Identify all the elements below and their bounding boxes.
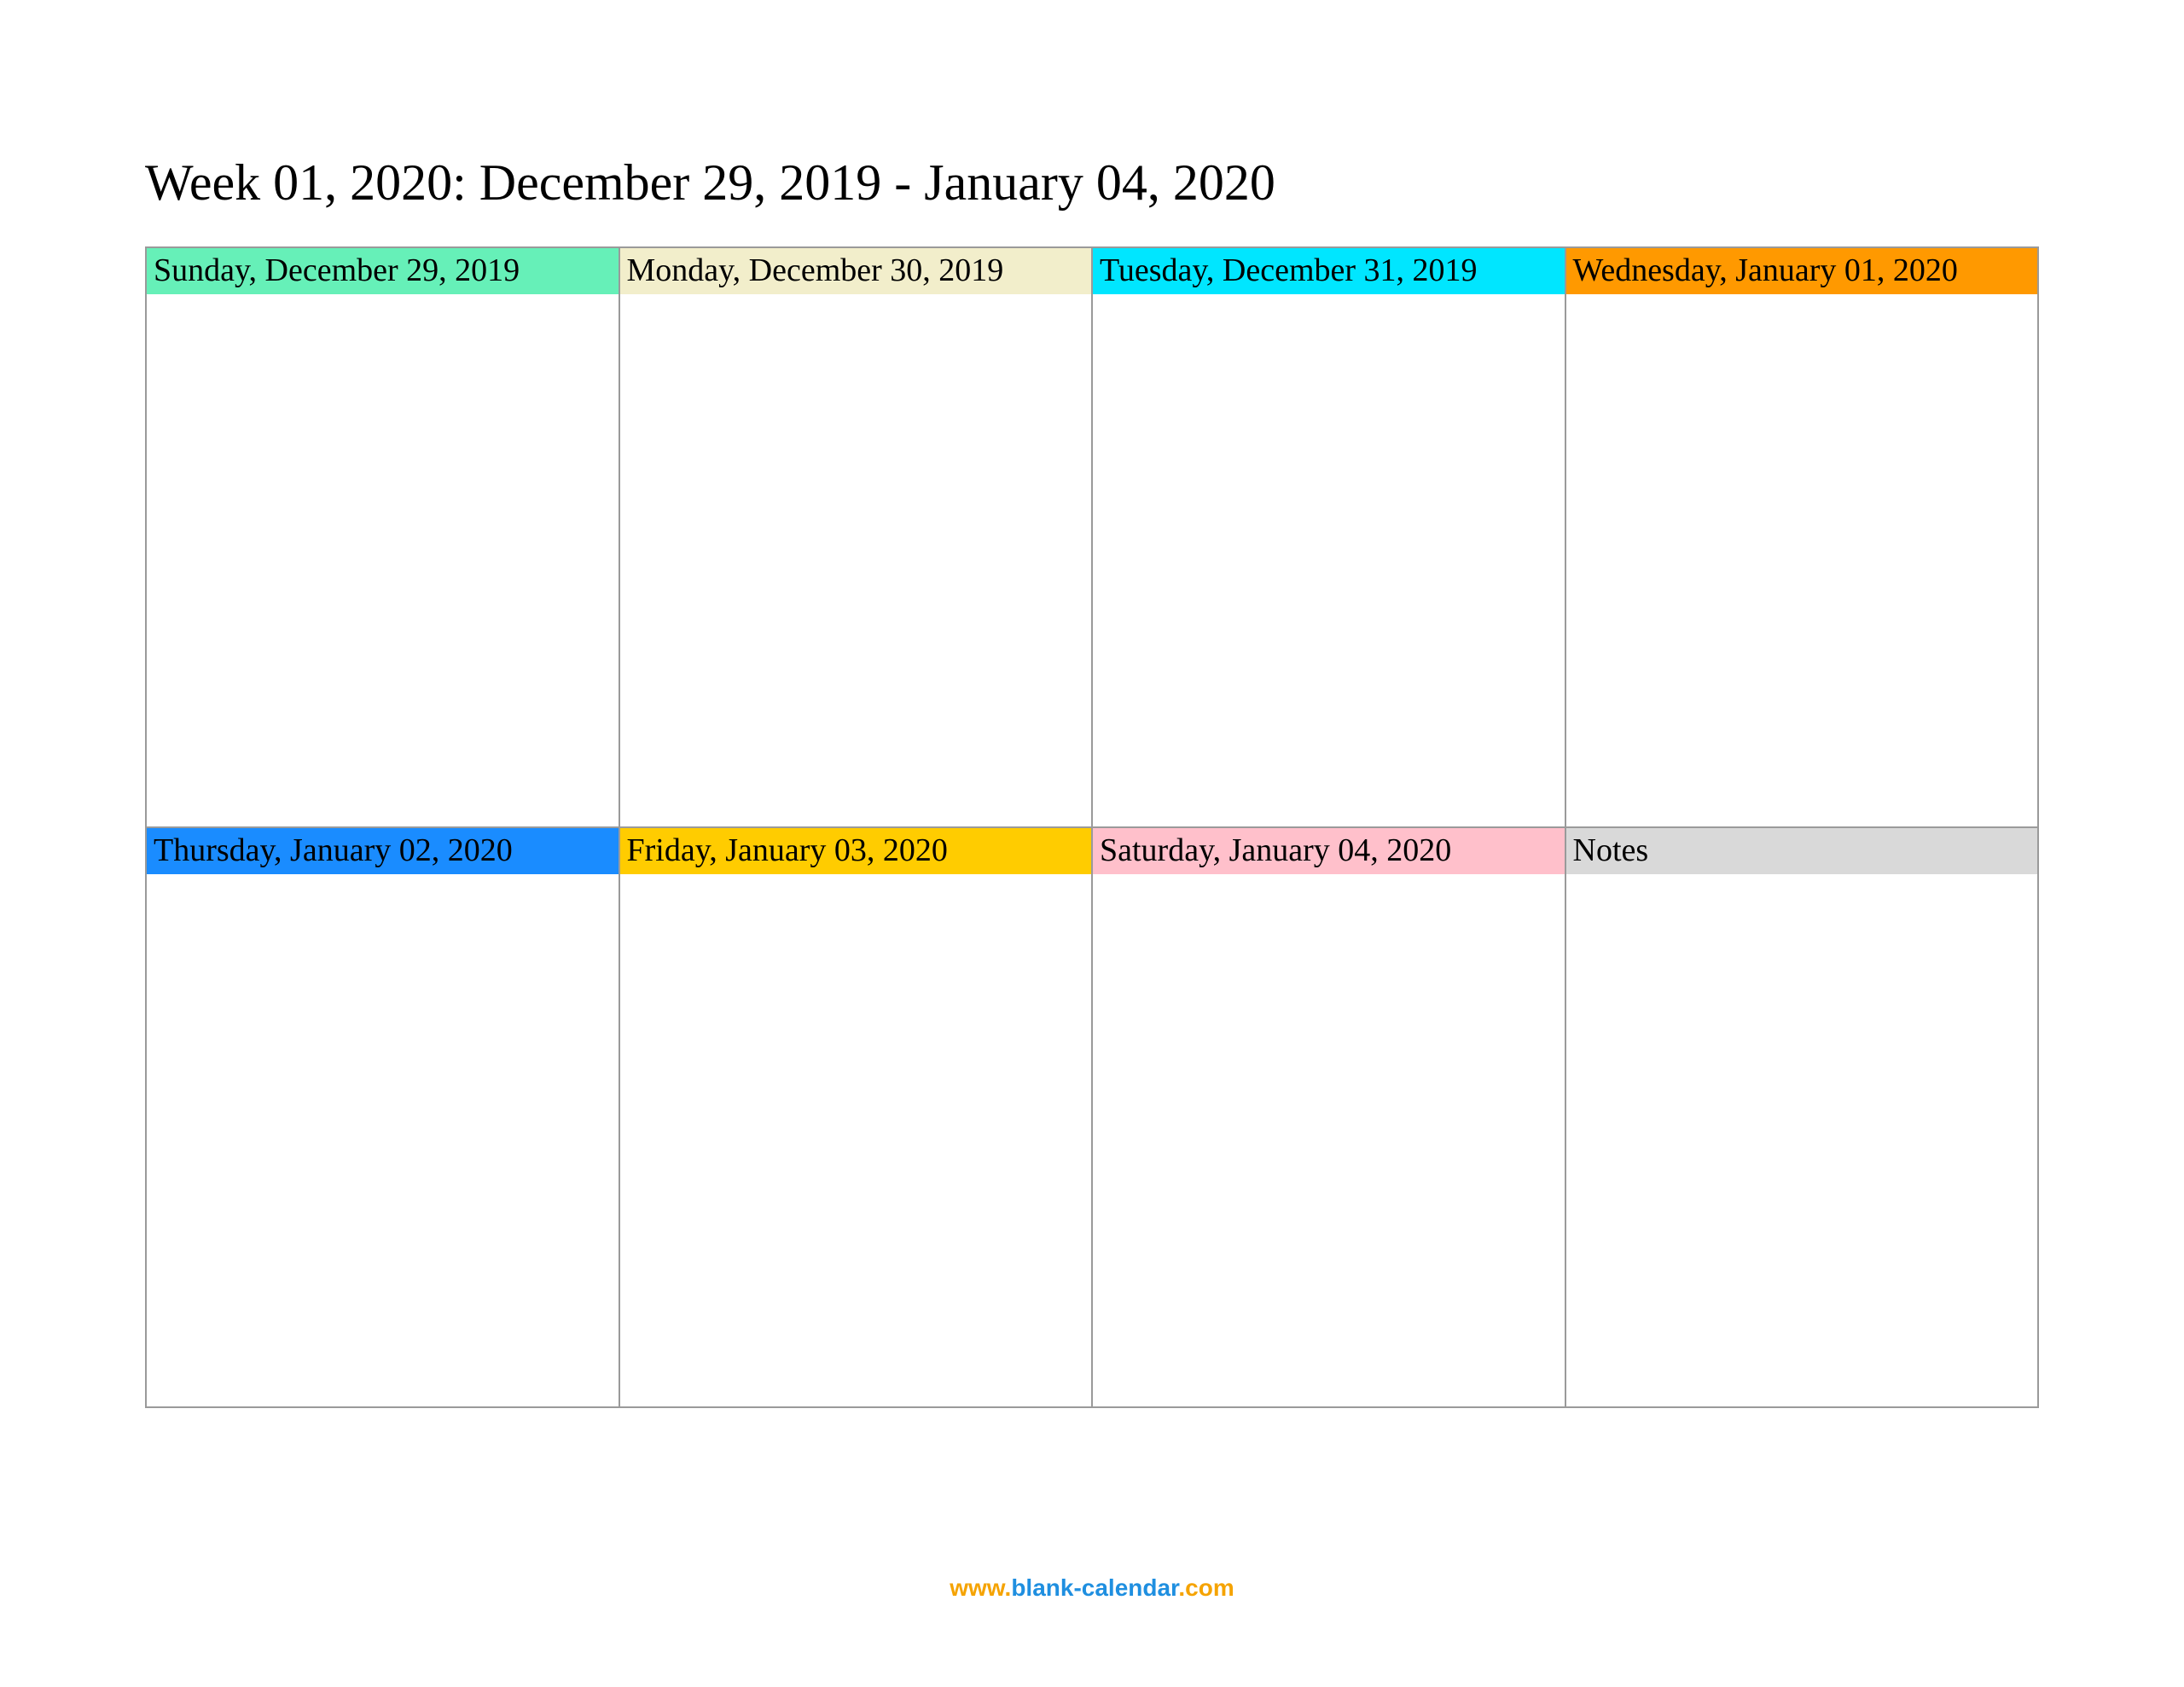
footer-tld: .com — [1178, 1574, 1234, 1601]
cell-body-sunday — [147, 294, 619, 826]
footer-link[interactable]: www.blank-calendar.com — [0, 1574, 2184, 1602]
cell-body-wednesday — [1566, 294, 2038, 826]
cell-monday: Monday, December 30, 2019 — [619, 247, 1093, 827]
cell-body-notes — [1566, 874, 2038, 1406]
cell-header-notes: Notes — [1566, 828, 2038, 874]
cell-body-tuesday — [1093, 294, 1565, 826]
cell-tuesday: Tuesday, December 31, 2019 — [1092, 247, 1565, 827]
cell-body-friday — [620, 874, 1092, 1406]
cell-thursday: Thursday, January 02, 2020 — [146, 827, 619, 1407]
cell-header-saturday: Saturday, January 04, 2020 — [1093, 828, 1565, 874]
cell-header-thursday: Thursday, January 02, 2020 — [147, 828, 619, 874]
cell-body-saturday — [1093, 874, 1565, 1406]
cell-saturday: Saturday, January 04, 2020 — [1092, 827, 1565, 1407]
cell-header-tuesday: Tuesday, December 31, 2019 — [1093, 248, 1565, 294]
cell-header-wednesday: Wednesday, January 01, 2020 — [1566, 248, 2038, 294]
footer-www: www. — [950, 1574, 1011, 1601]
calendar-grid: Sunday, December 29, 2019 Monday, Decemb… — [145, 246, 2039, 1408]
cell-header-friday: Friday, January 03, 2020 — [620, 828, 1092, 874]
cell-wednesday: Wednesday, January 01, 2020 — [1565, 247, 2039, 827]
cell-body-thursday — [147, 874, 619, 1406]
cell-notes: Notes — [1565, 827, 2039, 1407]
cell-header-monday: Monday, December 30, 2019 — [620, 248, 1092, 294]
footer-domain: blank-calendar — [1011, 1574, 1178, 1601]
cell-sunday: Sunday, December 29, 2019 — [146, 247, 619, 827]
cell-header-sunday: Sunday, December 29, 2019 — [147, 248, 619, 294]
week-title: Week 01, 2020: December 29, 2019 - Janua… — [145, 154, 2039, 212]
cell-friday: Friday, January 03, 2020 — [619, 827, 1093, 1407]
cell-body-monday — [620, 294, 1092, 826]
